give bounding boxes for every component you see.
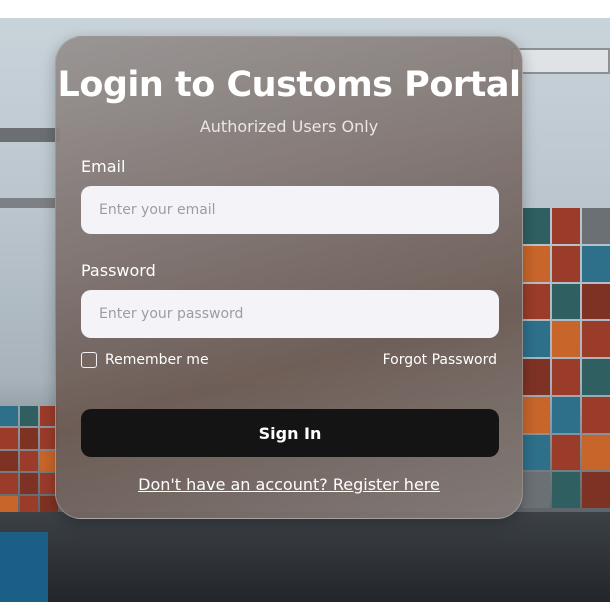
register-link[interactable]: Don't have an account? Register here bbox=[56, 475, 522, 494]
sign-in-button[interactable]: Sign In bbox=[81, 409, 499, 457]
ship-bow bbox=[0, 532, 48, 602]
page-subtitle: Authorized Users Only bbox=[199, 117, 379, 136]
forgot-password-link[interactable]: Forgot Password bbox=[383, 352, 497, 368]
login-card: Login to Customs Portal Authorized Users… bbox=[55, 36, 523, 519]
password-label: Password bbox=[81, 261, 156, 280]
crane-sign-right bbox=[511, 48, 610, 74]
ship-hull bbox=[0, 512, 610, 602]
password-input[interactable] bbox=[81, 290, 499, 338]
email-label: Email bbox=[81, 157, 126, 176]
top-white-strip bbox=[0, 0, 610, 18]
container-stack-right bbox=[522, 208, 610, 508]
crane-arm-left-lower bbox=[0, 198, 55, 208]
remember-me-label: Remember me bbox=[105, 352, 209, 368]
container-stack-left bbox=[0, 406, 58, 516]
page-title: Login to Customs Portal bbox=[57, 65, 521, 105]
remember-me-row[interactable]: Remember me bbox=[81, 352, 209, 368]
email-input[interactable] bbox=[81, 186, 499, 234]
crane-arm-left bbox=[0, 128, 60, 142]
remember-me-checkbox[interactable] bbox=[81, 352, 97, 368]
